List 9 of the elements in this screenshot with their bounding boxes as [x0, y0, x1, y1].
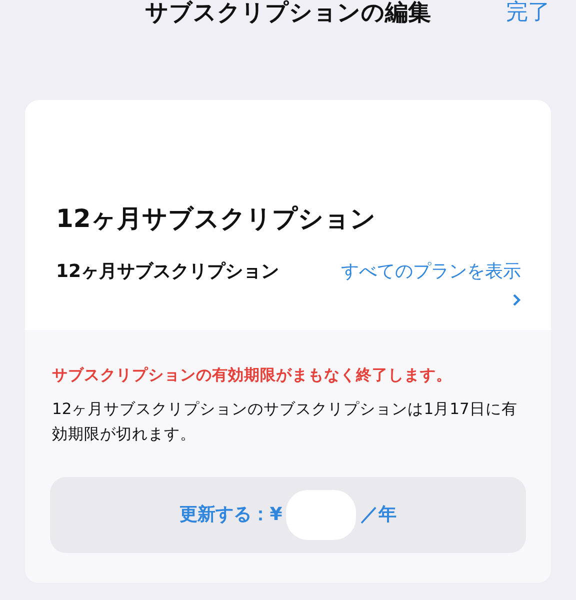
subscription-heading: 12ヶ月サブスクリプション: [56, 203, 377, 235]
plan-name: 12ヶ月サブスクリプション: [56, 260, 280, 284]
expiry-message: 12ヶ月サブスクリプションのサブスクリプションは1月17日に有効期限が切れます。: [52, 398, 518, 445]
renew-button[interactable]: 更新する：¥ ／年: [50, 476, 526, 553]
screen-title: サブスクリプションの編集: [145, 0, 431, 28]
all-plans-link[interactable]: すべてのプランを表示: [331, 258, 521, 314]
done-button[interactable]: 完了: [506, 0, 550, 28]
expiry-warning: サブスクリプションの有効期限がまもなく終了します。: [52, 364, 453, 386]
chevron-icon: [512, 292, 521, 307]
